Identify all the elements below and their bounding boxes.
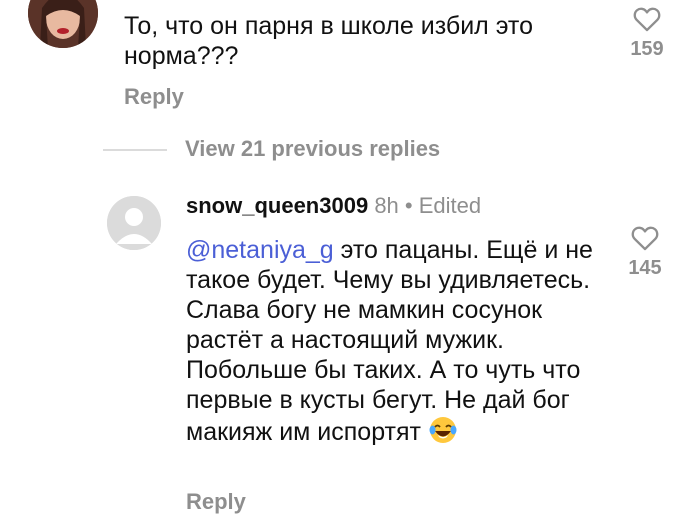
comment-body: это пацаны. Ещё и не такое будет. Чему в… (186, 236, 593, 446)
heart-icon (633, 7, 661, 32)
divider (103, 149, 167, 151)
like-count: 159 (630, 38, 664, 60)
comment-meta: snow_queen3009 8h • Edited (186, 193, 481, 219)
default-avatar-icon (107, 196, 161, 250)
timestamp: 8h (374, 193, 399, 218)
comment-text: @netaniya_g это пацаны. Ещё и не такое б… (186, 235, 596, 447)
avatar[interactable] (28, 0, 98, 48)
avatar[interactable] (107, 196, 161, 250)
laughing-tears-emoji-icon (428, 415, 458, 445)
user-photo-icon (28, 0, 98, 48)
view-previous-replies-button[interactable]: View 21 previous replies (185, 136, 440, 162)
like-button[interactable]: 159 (622, 6, 672, 61)
like-count: 145 (628, 257, 662, 279)
mention-link[interactable]: @netaniya_g (186, 236, 334, 264)
heart-icon (631, 226, 659, 251)
reply-button[interactable]: Reply (124, 84, 184, 110)
edited-label: Edited (418, 193, 482, 218)
reply-button[interactable]: Reply (186, 489, 246, 515)
username[interactable]: snow_queen3009 (186, 193, 368, 218)
like-button[interactable]: 145 (620, 225, 670, 280)
comment-text: То, что он парня в школе избил это норма… (124, 12, 533, 70)
meta-separator: • (404, 193, 413, 218)
